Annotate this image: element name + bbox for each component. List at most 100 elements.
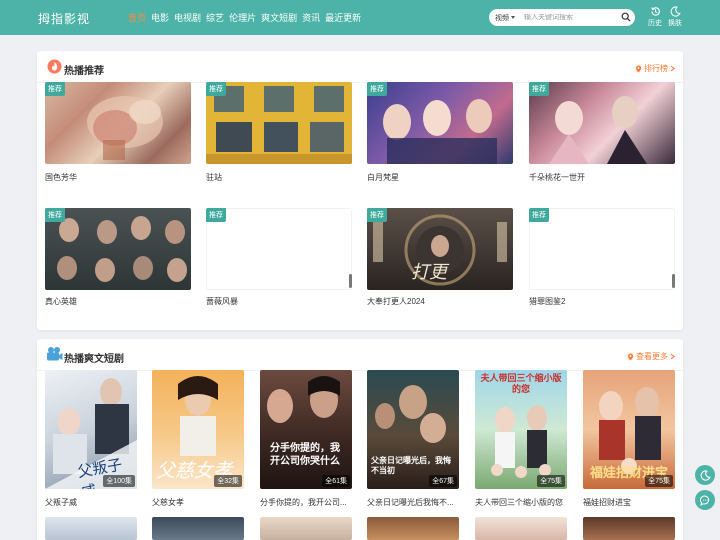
skin-label: 换肤: [668, 20, 682, 27]
video-card[interactable]: 推荐 猎罪图鉴2: [529, 208, 675, 313]
video-title[interactable]: 真心英雄: [45, 296, 77, 307]
video-poster[interactable]: 推荐: [367, 82, 513, 164]
video-poster[interactable]: 推荐: [206, 208, 352, 290]
video-title[interactable]: 蔷薇风暴: [206, 296, 238, 307]
video-poster[interactable]: 打更 推荐: [367, 208, 513, 290]
nav-variety[interactable]: 综艺: [206, 11, 224, 24]
nav-recent-updates[interactable]: 最近更新: [325, 11, 361, 24]
video-poster[interactable]: 推荐: [529, 208, 675, 290]
video-card[interactable]: 打更 推荐 大奉打更人2024: [367, 208, 513, 313]
nav-tv-series[interactable]: 电视剧: [174, 11, 201, 24]
video-poster[interactable]: 推荐: [529, 82, 675, 164]
drama-title[interactable]: 父亲日记曝光后我悔不...: [367, 497, 454, 508]
nav-movies[interactable]: 电影: [151, 11, 169, 24]
dark-mode-toggle[interactable]: [695, 465, 715, 485]
drama-poster[interactable]: [475, 517, 567, 540]
episode-count: 全75集: [537, 475, 565, 487]
video-title[interactable]: 白月梵星: [367, 172, 399, 183]
drama-title[interactable]: 父叛子威: [45, 497, 77, 508]
main-nav: 首页 电影 电视剧 综艺 伦理片 爽文短剧 资讯 最近更新: [128, 11, 361, 24]
video-poster[interactable]: 推荐: [45, 208, 191, 290]
drama-poster[interactable]: 父慈女孝 全32集: [152, 370, 244, 489]
search-bar: 视频: [489, 9, 635, 26]
skin-button[interactable]: 换肤: [665, 6, 685, 28]
short-drama-card[interactable]: 父慈女孝 全32集 父慈女孝: [152, 370, 244, 510]
drama-poster[interactable]: [260, 517, 352, 540]
view-more-link[interactable]: 查看更多: [627, 351, 675, 362]
recommend-badge: 推荐: [206, 82, 226, 96]
video-card[interactable]: 推荐 真心英雄: [45, 208, 191, 313]
recommend-badge: 推荐: [45, 82, 65, 96]
drama-title[interactable]: 父慈女孝: [152, 497, 184, 508]
section-title: 热播推荐: [64, 66, 104, 77]
chat-icon: [699, 495, 709, 506]
video-card[interactable]: 推荐 千朵桃花一世开: [529, 82, 675, 187]
drama-poster[interactable]: [45, 517, 137, 540]
drama-title[interactable]: 分手你提的，我开公司...: [260, 497, 347, 508]
short-drama-card[interactable]: 父叛子威 全100集 父叛子威: [45, 370, 137, 510]
video-title[interactable]: 猎罪图鉴2: [529, 296, 565, 307]
nav-home[interactable]: 首页: [128, 11, 146, 24]
ranking-link[interactable]: 排行榜: [635, 63, 675, 74]
episode-count: 全75集: [645, 475, 673, 487]
episode-count: 全32集: [214, 475, 242, 487]
video-card[interactable]: 推荐 驻站: [206, 82, 352, 187]
search-input[interactable]: [524, 14, 616, 21]
poster-art: [267, 376, 340, 423]
video-card[interactable]: 推荐 白月梵星: [367, 82, 513, 187]
search-type-label: 视频: [495, 14, 509, 22]
video-title[interactable]: 大奉打更人2024: [367, 296, 425, 307]
drama-title[interactable]: 夫人带回三个缩小版的您: [475, 497, 563, 508]
video-card[interactable]: 推荐 蔷薇风暴: [206, 208, 352, 313]
poster-cover-text: 夫人带回三个缩小版的您: [480, 374, 562, 395]
video-title[interactable]: 千朵桃花一世开: [529, 172, 585, 183]
drama-poster[interactable]: [583, 517, 675, 540]
short-drama-card[interactable]: 父亲日记曝光后，我悔不当初 全67集 父亲日记曝光后我悔不...: [367, 370, 459, 510]
episode-count: 全61集: [322, 475, 350, 487]
episode-count: 全67集: [429, 475, 457, 487]
drama-title[interactable]: 福娃招财进宝: [583, 497, 631, 508]
poster-art: 打更: [373, 214, 507, 286]
nav-ethics-films[interactable]: 伦理片: [229, 11, 256, 24]
search-type-select[interactable]: 视频: [489, 13, 515, 23]
poster-scrollbar[interactable]: [349, 274, 352, 288]
poster-scrollbar[interactable]: [672, 274, 675, 288]
nav-news[interactable]: 资讯: [302, 11, 320, 24]
poster-art: [549, 96, 647, 164]
recommend-badge: 推荐: [45, 208, 65, 222]
poster-calligraphy: 打更: [411, 262, 450, 283]
history-label: 历史: [648, 20, 662, 27]
drama-poster[interactable]: 福娃招财进宝 全75集: [583, 370, 675, 489]
moon-icon: [700, 469, 711, 481]
drama-poster[interactable]: 夫人带回三个缩小版的您 全75集: [475, 370, 567, 489]
video-poster[interactable]: 推荐: [45, 82, 191, 164]
poster-art: [57, 216, 187, 282]
drama-poster[interactable]: [152, 517, 244, 540]
short-drama-card[interactable]: 福娃招财进宝 全75集 福娃招财进宝: [583, 370, 675, 510]
nav-short-dramas[interactable]: 爽文短剧: [261, 11, 297, 24]
drama-poster[interactable]: [367, 517, 459, 540]
short-drama-card[interactable]: 分手你提的，我开公司你哭什么 全61集 分手你提的，我开公司...: [260, 370, 352, 510]
message-button[interactable]: [695, 490, 715, 510]
short-drama-card[interactable]: 夫人带回三个缩小版的您 全75集 夫人带回三个缩小版的您: [475, 370, 567, 510]
section-header: 热播推荐 排行榜: [37, 51, 683, 83]
drama-poster[interactable]: 父亲日记曝光后，我悔不当初 全67集: [367, 370, 459, 489]
video-card[interactable]: 推荐 国色芳华: [45, 82, 191, 187]
chevron-right-icon: [670, 65, 675, 72]
video-poster[interactable]: 推荐: [206, 82, 352, 164]
video-title[interactable]: 驻站: [206, 172, 222, 183]
video-title[interactable]: 国色芳华: [45, 172, 77, 183]
ranking-label: 排行榜: [644, 64, 668, 73]
drama-poster[interactable]: 分手你提的，我开公司你哭什么 全61集: [260, 370, 352, 489]
recommend-badge: 推荐: [529, 82, 549, 96]
poster-art: [383, 99, 497, 164]
drama-poster[interactable]: 父叛子威 全100集: [45, 370, 137, 489]
section-title: 热播爽文短剧: [64, 354, 124, 365]
recommend-badge: 推荐: [206, 208, 226, 222]
episode-count: 全100集: [103, 475, 135, 487]
history-icon: [650, 7, 660, 16]
history-button[interactable]: 历史: [645, 6, 665, 28]
search-icon[interactable]: [621, 12, 631, 24]
poster-art: [87, 96, 163, 160]
site-logo[interactable]: 拇指影视: [38, 10, 90, 27]
